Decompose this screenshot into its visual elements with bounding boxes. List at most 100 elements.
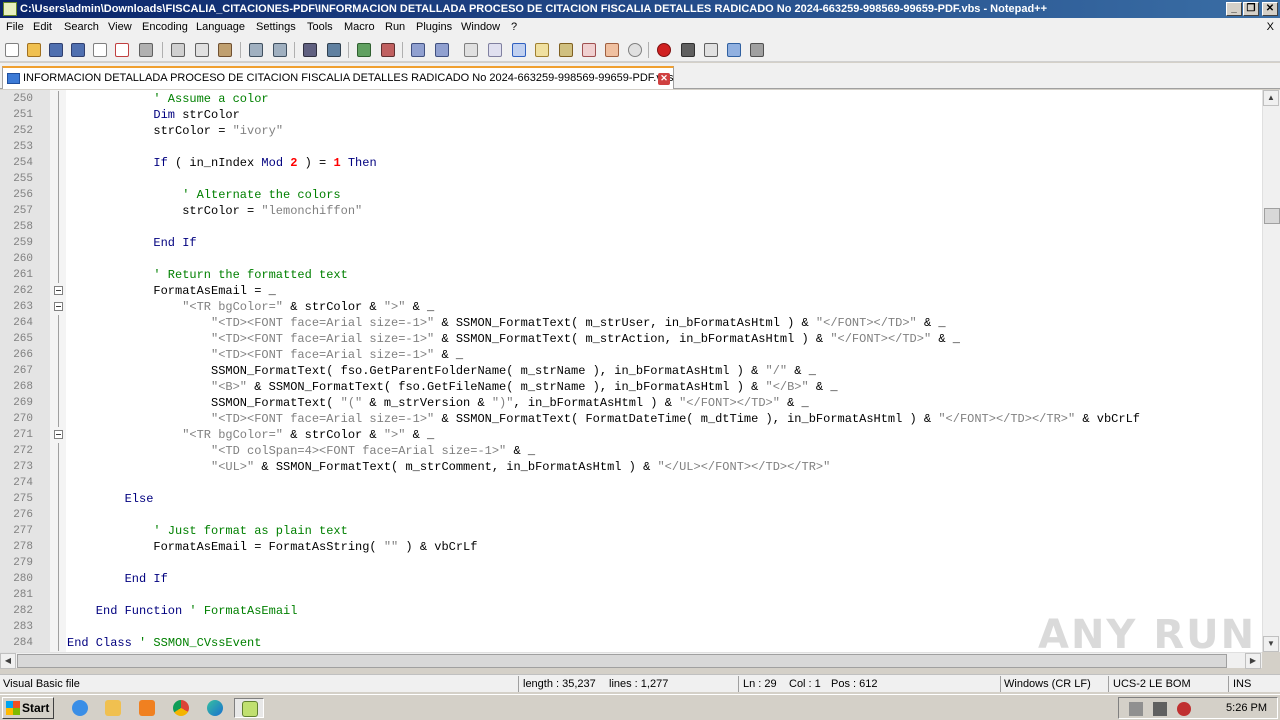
print-icon[interactable] [137,41,155,59]
code-line[interactable]: 261 ' Return the formatted text [0,267,1262,283]
code-line[interactable]: 262 FormatAsEmail = _ [0,283,1262,299]
chrome-icon[interactable] [170,698,192,718]
record-macro-icon[interactable] [655,41,673,59]
notepad-plus-plus-icon[interactable] [234,698,264,718]
vertical-scroll-thumb[interactable] [1264,208,1280,224]
zoom-in-icon[interactable] [355,41,373,59]
word-wrap-icon[interactable] [462,41,480,59]
copy-icon[interactable] [193,41,211,59]
menu-plugins[interactable]: Plugins [416,21,452,33]
undo-icon[interactable] [247,41,265,59]
minimize-button[interactable]: _ [1226,2,1242,16]
menu-settings[interactable]: Settings [256,21,296,33]
network-icon[interactable] [1153,702,1167,716]
menu-help[interactable]: ? [511,21,517,33]
play-macro-icon[interactable] [702,41,720,59]
tab-document[interactable]: INFORMACION DETALLADA PROCESO DE CITACIO… [2,66,674,89]
language-icon[interactable] [533,41,551,59]
window-title-bar[interactable]: C:\Users\admin\Downloads\FISCALIA_CITACI… [0,0,1280,18]
volume-icon[interactable] [1129,702,1143,716]
sync-vertical-icon[interactable] [409,41,427,59]
start-button[interactable]: Start [2,697,54,719]
code-line[interactable]: 271 "<TR bgColor=" & strColor & ">" & _ [0,427,1262,443]
code-line[interactable]: 278 FormatAsEmail = FormatAsString( "" ) … [0,539,1262,555]
menu-edit[interactable]: Edit [33,21,52,33]
code-line[interactable]: 280 End If [0,571,1262,587]
code-line[interactable]: 250 ' Assume a color [0,91,1262,107]
open-file-icon[interactable] [25,41,43,59]
redo-icon[interactable] [271,41,289,59]
internet-explorer-icon[interactable] [69,698,91,718]
code-line[interactable]: 273 "<UL>" & SSMON_FormatText( m_strComme… [0,459,1262,475]
vertical-scrollbar[interactable]: ▲ ▼ [1262,90,1280,652]
find-icon[interactable] [301,41,319,59]
code-line[interactable]: 257 strColor = "lemonchiffon" [0,203,1262,219]
code-line[interactable]: 276 [0,507,1262,523]
show-all-chars-icon[interactable] [486,41,504,59]
function-list-icon[interactable] [580,41,598,59]
sync-horizontal-icon[interactable] [433,41,451,59]
close-all-icon[interactable] [113,41,131,59]
indent-guide-icon[interactable] [510,41,528,59]
menu-run[interactable]: Run [385,21,405,33]
save-icon[interactable] [47,41,65,59]
menu-file[interactable]: File [6,21,24,33]
menu-encoding[interactable]: Encoding [142,21,188,33]
code-line[interactable]: 251 Dim strColor [0,107,1262,123]
scroll-down-icon[interactable]: ▼ [1263,636,1279,652]
code-line[interactable]: 265 "<TD><FONT face=Arial size=-1>" & SSM… [0,331,1262,347]
menu-language[interactable]: Language [196,21,245,33]
fold-toggle-icon[interactable] [54,286,63,295]
code-line[interactable]: 267 SSMON_FormatText( fso.GetParentFolder… [0,363,1262,379]
fold-toggle-icon[interactable] [54,302,63,311]
folder-workspace-icon[interactable] [603,41,621,59]
fold-toggle-icon[interactable] [54,430,63,439]
file-explorer-icon[interactable] [102,698,124,718]
code-line[interactable]: 269 SSMON_FormatText( "(" & m_strVersion … [0,395,1262,411]
menu-window[interactable]: Window [461,21,500,33]
code-editor[interactable]: 250 ' Assume a color 251 Dim strColor 252 str… [0,90,1262,652]
tab-close-icon[interactable]: ✕ [658,73,670,85]
code-line[interactable]: 256 ' Alternate the colors [0,187,1262,203]
code-line[interactable]: 263 "<TR bgColor=" & strColor & ">" & _ [0,299,1262,315]
code-line[interactable]: 252 strColor = "ivory" [0,123,1262,139]
edge-icon[interactable] [204,698,226,718]
close-button[interactable]: ✕ [1262,2,1278,16]
new-file-icon[interactable] [3,41,21,59]
code-line[interactable]: 264 "<TD><FONT face=Arial size=-1>" & SSM… [0,315,1262,331]
code-line[interactable]: 275 Else [0,491,1262,507]
code-line[interactable]: 274 [0,475,1262,491]
menu-view[interactable]: View [108,21,132,33]
doc-map-icon[interactable] [557,41,575,59]
code-line[interactable]: 281 [0,587,1262,603]
menu-tools[interactable]: Tools [307,21,333,33]
scroll-left-icon[interactable]: ◀ [0,653,16,669]
monitoring-icon[interactable] [626,41,644,59]
menu-macro[interactable]: Macro [344,21,375,33]
code-line[interactable]: 254 If ( in_nIndex Mod 2 ) = 1 Then [0,155,1262,171]
maximize-button[interactable]: ❐ [1243,2,1259,16]
paste-icon[interactable] [216,41,234,59]
code-line[interactable]: 272 "<TD colSpan=4><FONT face=Arial size=… [0,443,1262,459]
code-line[interactable]: 258 [0,219,1262,235]
code-line[interactable]: 277 ' Just format as plain text [0,523,1262,539]
code-line[interactable]: 255 [0,171,1262,187]
zoom-out-icon[interactable] [379,41,397,59]
stop-macro-icon[interactable] [679,41,697,59]
save-macro-icon[interactable] [748,41,766,59]
close-icon[interactable] [91,41,109,59]
save-all-icon[interactable] [69,41,87,59]
code-line[interactable]: 268 "<B>" & SSMON_FormatText( fso.GetFile… [0,379,1262,395]
code-line[interactable]: 253 [0,139,1262,155]
menu-search[interactable]: Search [64,21,99,33]
scroll-up-icon[interactable]: ▲ [1263,90,1279,106]
code-line[interactable]: 260 [0,251,1262,267]
media-player-icon[interactable] [136,698,158,718]
security-icon[interactable] [1177,702,1191,716]
clock[interactable]: 5:26 PM [1226,702,1267,714]
close-document-button[interactable]: X [1267,21,1274,33]
code-line[interactable]: 266 "<TD><FONT face=Arial size=-1>" & _ [0,347,1262,363]
code-line[interactable]: 279 [0,555,1262,571]
code-line[interactable]: 259 End If [0,235,1262,251]
replace-icon[interactable] [325,41,343,59]
